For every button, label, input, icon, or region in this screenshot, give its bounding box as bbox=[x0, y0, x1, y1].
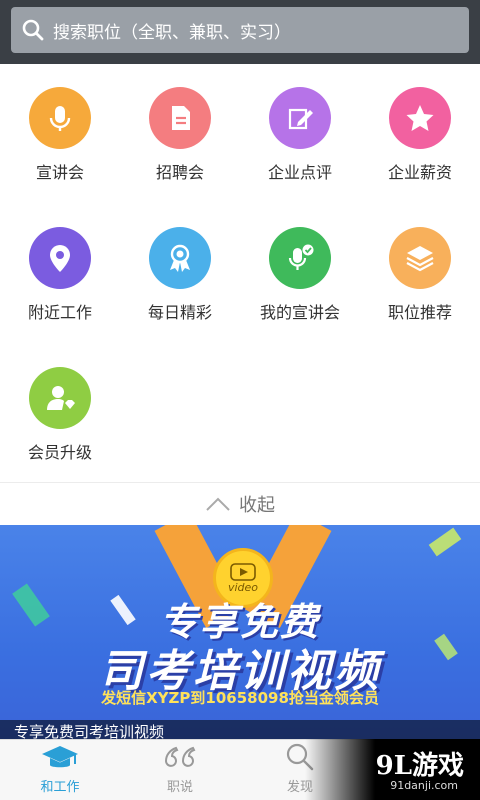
grid-item-label: 企业点评 bbox=[267, 163, 332, 182]
site-watermark: 9L游戏 91danji.com bbox=[305, 739, 480, 800]
grid-item-label: 我的宣讲会 bbox=[259, 303, 340, 322]
quote-icon bbox=[164, 746, 196, 767]
star-icon bbox=[389, 87, 451, 149]
grid-item-huiyuanshengji[interactable]: 会员升级 bbox=[0, 367, 120, 463]
feature-grid: 宣讲会 招聘会 企业点评 企业薪资 附近工作 每日精彩 我的宣讲会 职位推荐 会… bbox=[0, 64, 480, 482]
grid-item-label: 每日精彩 bbox=[147, 303, 212, 322]
ribbon-badge-icon bbox=[149, 227, 211, 289]
play-icon bbox=[230, 562, 256, 581]
banner-sms-text: 发短信XYZP到10658098抢当金领会员 bbox=[101, 689, 379, 707]
graduation-cap-icon bbox=[42, 746, 78, 768]
grid-item-qiyexinzi[interactable]: 企业薪资 bbox=[360, 87, 480, 183]
grid-item-label: 宣讲会 bbox=[35, 163, 84, 182]
tab-label: 职说 bbox=[166, 780, 193, 795]
microphone-icon bbox=[29, 87, 91, 149]
search-placeholder: 搜索职位（全职、兼职、实习） bbox=[53, 22, 291, 43]
app-screen: 搜索职位（全职、兼职、实习） 宣讲会 招聘会 企业点评 企业薪资 附近工作 每日… bbox=[0, 0, 480, 800]
layers-icon bbox=[389, 227, 451, 289]
grid-item-fujingongzuo[interactable]: 附近工作 bbox=[0, 227, 120, 323]
grid-item-wodexuanjianghui[interactable]: 我的宣讲会 bbox=[240, 227, 360, 323]
banner-caption: 专享免费司考培训视频 bbox=[0, 720, 480, 739]
location-pin-icon bbox=[29, 227, 91, 289]
grid-item-label: 职位推荐 bbox=[387, 303, 452, 322]
grid-item-xuanjianghui[interactable]: 宣讲会 bbox=[0, 87, 120, 183]
tab-zhishuo[interactable]: 职说 bbox=[120, 740, 240, 800]
watermark-domain: 91danji.com bbox=[390, 779, 458, 792]
grid-item-meirijingcai[interactable]: 每日精彩 bbox=[120, 227, 240, 323]
tab-label: 和工作 bbox=[40, 780, 80, 795]
top-bar: 搜索职位（全职、兼职、实习） bbox=[0, 0, 480, 64]
collapse-label: 收起 bbox=[239, 495, 275, 516]
confetti bbox=[428, 527, 462, 557]
watermark-brand: 9L游戏 bbox=[375, 751, 464, 781]
chevron-up-icon bbox=[206, 497, 230, 511]
search-icon bbox=[22, 19, 44, 41]
grid-item-label: 会员升级 bbox=[27, 443, 92, 462]
document-icon bbox=[149, 87, 211, 149]
edit-icon bbox=[269, 87, 331, 149]
grid-item-zhaopinhui[interactable]: 招聘会 bbox=[120, 87, 240, 183]
grid-item-label: 招聘会 bbox=[155, 163, 204, 182]
grid-item-qiyedianping[interactable]: 企业点评 bbox=[240, 87, 360, 183]
search-input[interactable]: 搜索职位（全职、兼职、实习） bbox=[11, 7, 469, 53]
user-diamond-icon bbox=[29, 367, 91, 429]
collapse-button[interactable]: 收起 bbox=[0, 482, 480, 525]
tab-hegongzuo[interactable]: 和工作 bbox=[0, 740, 120, 800]
grid-item-zhiweituijian[interactable]: 职位推荐 bbox=[360, 227, 480, 323]
grid-item-label: 企业薪资 bbox=[387, 163, 452, 182]
grid-item-label: 附近工作 bbox=[27, 303, 92, 322]
microphone-check-icon bbox=[269, 227, 331, 289]
promo-banner[interactable]: video 专享免费 司考培训视频 发短信XYZP到10658098抢当金领会员… bbox=[0, 525, 480, 739]
